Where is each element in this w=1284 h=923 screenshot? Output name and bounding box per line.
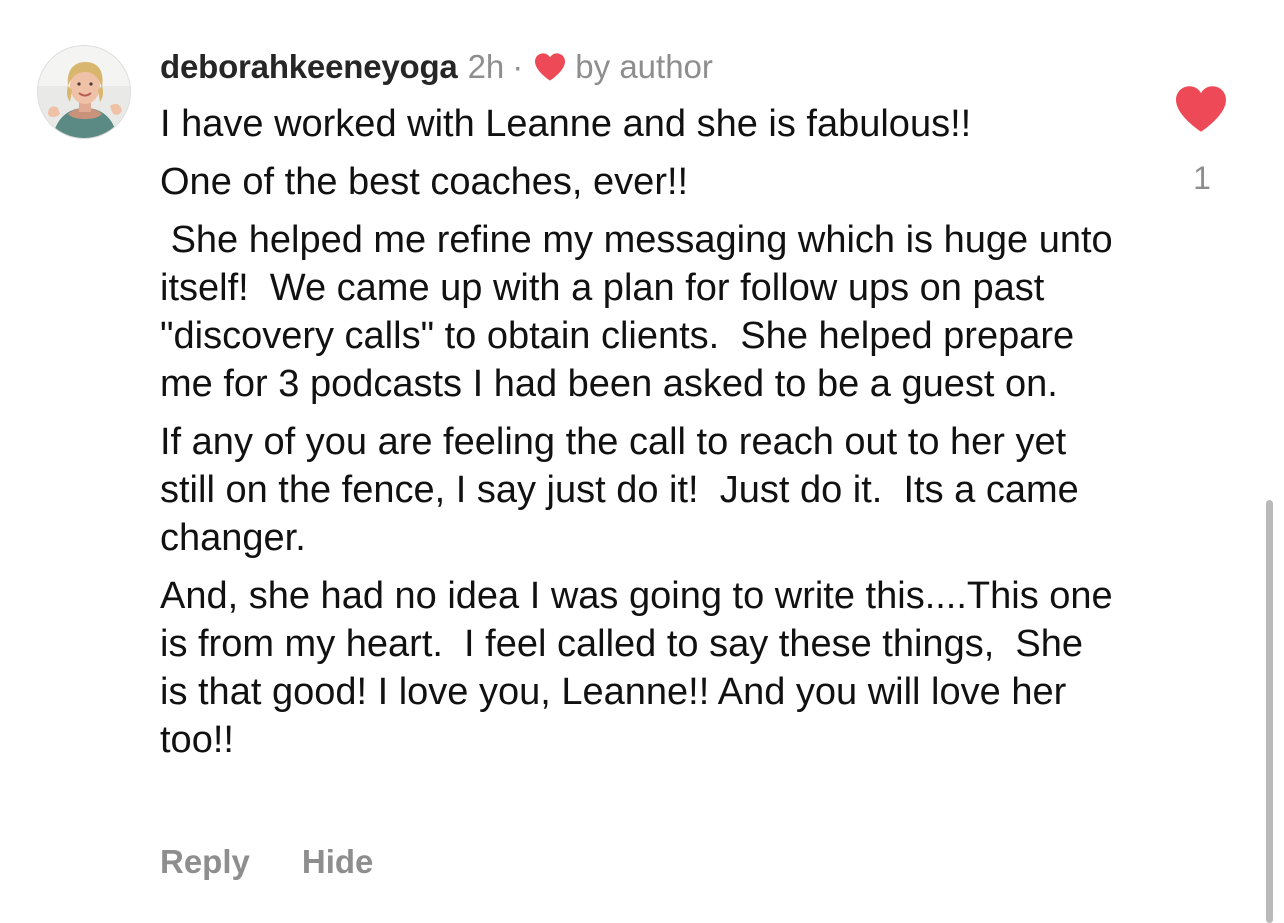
avatar[interactable] <box>37 45 131 139</box>
username[interactable]: deborahkeeneyoga <box>160 48 458 86</box>
profile-photo <box>38 46 130 138</box>
like-button[interactable] <box>1173 84 1229 134</box>
timestamp[interactable]: 2h <box>468 48 505 86</box>
comment-paragraph: And, she had no idea I was going to writ… <box>160 575 1124 761</box>
comment-text: I have worked with Leanne and she is fab… <box>160 100 1120 774</box>
comment-header: deborahkeeneyoga 2h · by author <box>160 45 713 89</box>
liked-by-author-label: by author <box>575 48 713 85</box>
separator-dot: · <box>512 48 524 85</box>
comment-paragraph: I have worked with Leanne and she is fab… <box>160 103 972 145</box>
comment-paragraph: She helped me refine my messaging which … <box>160 219 1124 405</box>
heart-filled-icon <box>1176 86 1226 132</box>
comment-paragraph: If any of you are feeling the call to re… <box>160 421 1090 559</box>
comment-actions: Reply Hide <box>160 843 373 881</box>
heart-icon <box>533 52 567 82</box>
comment: deborahkeeneyoga 2h · by author I have w… <box>0 0 1284 923</box>
hide-button[interactable]: Hide <box>302 843 374 881</box>
comment-paragraph: One of the best coaches, ever!! <box>160 161 689 203</box>
like-count[interactable]: 1 <box>1180 160 1224 197</box>
scrollbar[interactable] <box>1266 500 1273 923</box>
reply-button[interactable]: Reply <box>160 843 250 881</box>
